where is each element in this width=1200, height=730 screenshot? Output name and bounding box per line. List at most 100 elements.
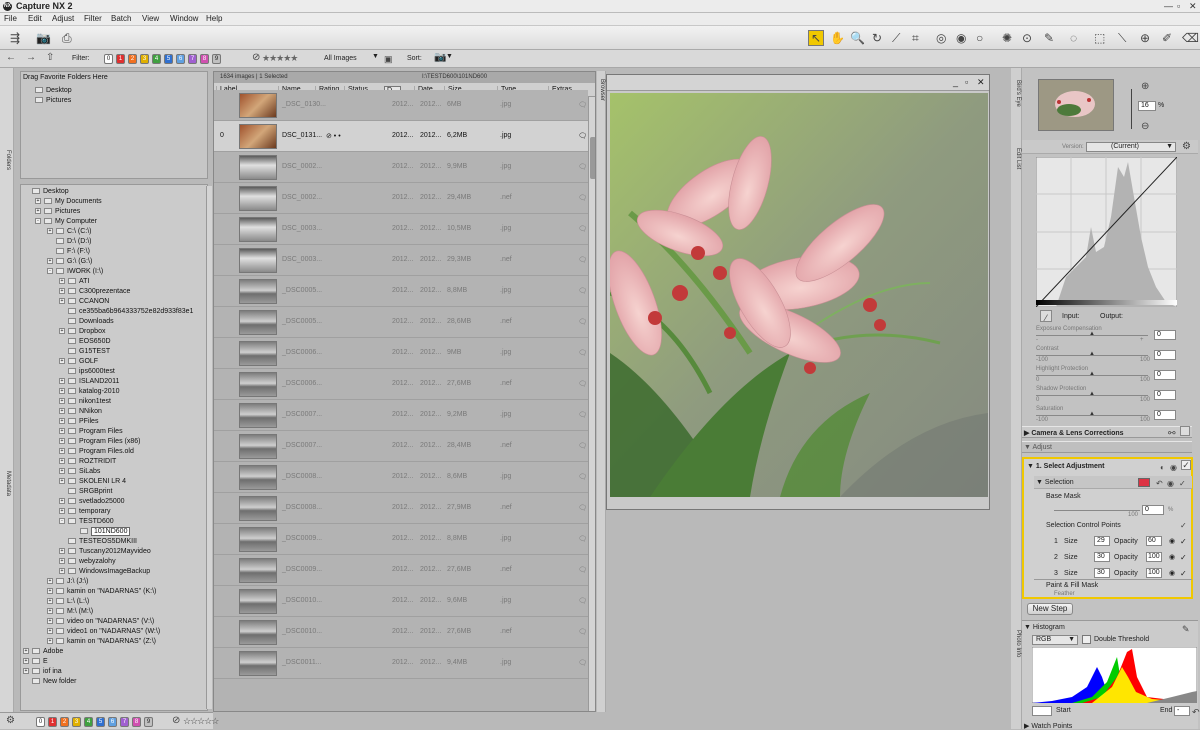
brush-icon[interactable]: ✐ <box>1162 31 1172 45</box>
tree-node[interactable]: + M:\ (M:\) <box>47 607 93 617</box>
comment-icon[interactable]: 🗨 <box>578 442 587 450</box>
comment-icon[interactable]: 🗨 <box>578 194 587 202</box>
image-thumbnail[interactable] <box>239 558 277 583</box>
table-row[interactable]: DSC_0003... 2012... 2012... 29,3MB .nef 🗨 <box>214 245 588 276</box>
histogram-channel-dropdown[interactable]: RGB ▼ <box>1032 635 1078 645</box>
forward-arrow-icon[interactable]: → <box>26 51 36 65</box>
expand-toggle-icon[interactable]: + <box>47 588 53 595</box>
control-point-size[interactable]: 29 <box>1094 536 1110 546</box>
label-chip[interactable]: 5 <box>164 54 173 64</box>
tree-node[interactable]: + kamin on "NADARNAS" (K:\) <box>47 587 156 597</box>
tree-node[interactable]: New folder <box>23 677 76 687</box>
menu-batch[interactable]: Batch <box>111 14 131 23</box>
comment-icon[interactable]: 🗨 <box>578 597 587 605</box>
zoom-value[interactable]: 16 <box>1138 101 1156 111</box>
label-chip[interactable]: 0 <box>104 54 113 64</box>
version-dropdown[interactable]: (Current) ▼ <box>1086 142 1176 152</box>
tree-node[interactable]: + L:\ (L:\) <box>47 597 89 607</box>
label-chip[interactable]: 2 <box>128 54 137 64</box>
slider-thumb-icon[interactable]: ▲ <box>1089 351 1095 357</box>
comment-icon[interactable]: 🗨 <box>578 535 587 543</box>
table-row[interactable]: _DSC0006... 2012... 2012... 27,6MB .nef 🗨 <box>214 369 588 400</box>
expand-toggle-icon[interactable]: + <box>59 388 65 395</box>
close-button[interactable]: ✕ <box>1189 1 1197 12</box>
expand-toggle-icon[interactable]: + <box>59 468 65 475</box>
sort-camera-icon[interactable]: 📷 <box>434 51 446 65</box>
curves-graph[interactable] <box>1036 157 1177 307</box>
comment-icon[interactable]: 🗨 <box>578 101 587 109</box>
fill-icon[interactable]: ⊕ <box>1140 31 1150 45</box>
histogram-reset-icon[interactable]: ↶ <box>1192 705 1200 719</box>
image-thumbnail[interactable] <box>239 403 277 428</box>
menu-window[interactable]: Window <box>170 14 198 23</box>
image-thumbnail[interactable] <box>239 341 277 366</box>
tree-node[interactable]: + temporary <box>59 507 111 517</box>
tree-node[interactable]: ips6000test <box>59 367 115 377</box>
expand-toggle-icon[interactable]: + <box>59 448 65 455</box>
adjust-section[interactable]: ▼ Adjust <box>1022 441 1192 453</box>
no-rating-icon[interactable]: ⊘ <box>172 714 180 728</box>
eraser-icon[interactable]: ⌫ <box>1182 31 1199 45</box>
step-opacity-icon[interactable]: ◐ <box>1160 461 1165 475</box>
step-enable-checkbox[interactable]: ✓ <box>1181 460 1191 470</box>
tree-node[interactable]: + Pictures <box>35 207 80 217</box>
expand-toggle-icon[interactable]: + <box>59 408 65 415</box>
gradient-icon[interactable]: ⟍ <box>1118 31 1126 45</box>
selection-view-icon[interactable]: ◉ <box>1167 477 1174 491</box>
expand-toggle-icon[interactable]: + <box>59 418 65 425</box>
zoom-in-icon[interactable]: ⊕ <box>1141 80 1149 94</box>
label-chip[interactable]: 7 <box>120 717 129 727</box>
settings-gear-icon[interactable]: ⚙ <box>6 714 15 728</box>
tree-node[interactable]: + ROZTRIDIT <box>59 457 116 467</box>
expand-toggle-icon[interactable]: + <box>59 458 65 465</box>
label-chip[interactable]: 8 <box>132 717 141 727</box>
tree-node[interactable]: ce355ba6b964333752e82d933f83e1 <box>59 307 193 317</box>
camera-lens-section[interactable]: ▶ Camera & Lens Corrections ⚯ <box>1022 426 1192 438</box>
expand-toggle-icon[interactable]: + <box>59 378 65 385</box>
control-point-size[interactable]: 30 <box>1094 552 1110 562</box>
histogram-edit-icon[interactable]: ✎ <box>1182 622 1190 636</box>
expand-toggle-icon[interactable]: + <box>35 208 41 215</box>
selection-check-icon[interactable]: ✓ <box>1179 477 1186 491</box>
zoom-slider[interactable] <box>1131 89 1132 129</box>
table-row[interactable]: _DSC0009... 2012... 2012... 27,6MB .nef 🗨 <box>214 555 588 586</box>
expand-toggle-icon[interactable]: + <box>23 658 29 665</box>
control-points-check-icon[interactable]: ✓ <box>1180 519 1187 533</box>
comment-icon[interactable]: 🗨 <box>578 411 587 419</box>
viewer-minimize-button[interactable]: _ <box>953 77 958 87</box>
slider-thumb-icon[interactable]: ▲ <box>1089 331 1095 337</box>
tree-scrollbar[interactable] <box>206 186 212 709</box>
tree-node[interactable]: + WindowsImageBackup <box>59 567 150 577</box>
image-thumbnail[interactable] <box>239 589 277 614</box>
table-row[interactable]: DSC_0003... 2012... 2012... 10,5MB .jpg 🗨 <box>214 214 588 245</box>
slider-thumb-icon[interactable]: ▲ <box>1089 411 1095 417</box>
thumbnail-view-icon[interactable]: ▣ <box>384 52 393 66</box>
label-chip[interactable]: 4 <box>152 54 161 64</box>
tree-node[interactable]: + video on "NADARNAS" (V:\) <box>47 617 154 627</box>
label-chip[interactable]: 9 <box>212 54 221 64</box>
control-point-view-icon[interactable]: ◉ <box>1169 553 1175 561</box>
tree-node[interactable]: + Program Files <box>59 427 123 437</box>
tree-node[interactable]: + SKOLENI LR 4 <box>59 477 126 487</box>
expand-toggle-icon[interactable]: + <box>47 638 53 645</box>
tree-node[interactable]: + CCANON <box>59 297 109 307</box>
expand-toggle-icon[interactable]: + <box>59 358 65 365</box>
image-thumbnail[interactable] <box>239 93 277 118</box>
tree-node[interactable]: + Adobe <box>23 647 63 657</box>
expand-toggle-icon[interactable]: - <box>47 268 53 275</box>
rating-stars[interactable]: ☆☆☆☆☆ <box>183 716 219 727</box>
step-blend-icon[interactable]: ◉ <box>1170 461 1177 475</box>
image-thumbnail[interactable] <box>239 217 277 242</box>
new-step-button[interactable]: New Step <box>1027 603 1073 615</box>
expand-toggle-icon[interactable]: + <box>59 508 65 515</box>
comment-icon[interactable]: 🗨 <box>578 318 587 326</box>
selection-brush-icon[interactable]: ✎ <box>1044 31 1054 45</box>
tree-node[interactable]: + video1 on "NADARNAS" (W:\) <box>47 627 160 637</box>
browser-scrollbar[interactable] <box>588 97 595 711</box>
tree-node[interactable]: + webyzalohy <box>59 557 116 567</box>
selection-undo-icon[interactable]: ↶ <box>1156 477 1163 491</box>
image-thumbnail[interactable] <box>239 372 277 397</box>
label-chip[interactable]: 6 <box>108 717 117 727</box>
table-row[interactable]: DSC_0002... 2012... 2012... 9,9MB .jpg 🗨 <box>214 152 588 183</box>
table-row[interactable]: _DSC0005... 2012... 2012... 8,8MB .jpg 🗨 <box>214 276 588 307</box>
